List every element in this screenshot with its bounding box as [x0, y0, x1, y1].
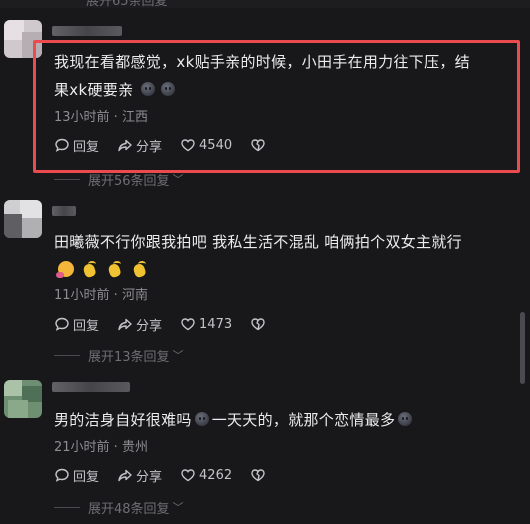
comment-text-line1: 我现在看都感觉，xk贴手亲的时候，小田手在用力往下压，结	[54, 53, 470, 71]
chevron-down-icon: ﹀	[172, 349, 184, 362]
scrollbar-thumb[interactable]	[520, 312, 525, 384]
broken-heart-icon	[251, 469, 265, 482]
speech-bubble-icon	[55, 317, 69, 331]
heart-icon	[181, 318, 195, 331]
reply-button[interactable]: 回复	[54, 136, 99, 155]
expand-replies-link[interactable]: 展开13条回复 ﹀	[54, 346, 184, 365]
dark-face-emoji	[161, 82, 176, 96]
share-arrow-icon	[118, 139, 132, 152]
like-count: 4262	[199, 467, 233, 483]
avatar[interactable]	[4, 20, 42, 58]
comment-text: 田曦薇不行你跟我拍吧 我私生活不混乱 咱俩拍个双女主就行	[54, 228, 516, 284]
clapping-hands-emoji	[133, 261, 148, 277]
heart-icon	[181, 139, 195, 152]
like-count: 4540	[199, 137, 233, 153]
like-button[interactable]: 4262	[180, 467, 232, 483]
dislike-button[interactable]	[250, 137, 269, 153]
hugging-face-emoji	[56, 261, 74, 278]
share-button[interactable]: 分享	[117, 315, 162, 334]
broken-heart-icon	[251, 318, 265, 331]
comment-meta: 13小时前 · 江西	[54, 110, 148, 125]
reply-label: 回复	[73, 469, 100, 485]
clapping-hands-emoji	[83, 261, 98, 277]
share-arrow-icon	[118, 318, 132, 331]
dislike-button[interactable]	[250, 316, 269, 332]
share-arrow-icon	[118, 469, 132, 482]
comment-meta: 21小时前 · 贵州	[54, 440, 148, 455]
heart-icon	[181, 469, 195, 482]
speech-bubble-icon	[55, 468, 69, 482]
share-button[interactable]: 分享	[117, 136, 162, 155]
comment-text: 我现在看都感觉，xk贴手亲的时候，小田手在用力往下压，结 果xk硬要亲	[54, 48, 516, 104]
avatar[interactable]	[4, 380, 42, 418]
dark-face-emoji	[141, 82, 156, 96]
expand-replies-link[interactable]: 展开56条回复 ﹀	[54, 170, 184, 189]
divider-line	[54, 506, 80, 508]
username[interactable]	[52, 206, 76, 216]
reply-label: 回复	[73, 318, 100, 334]
share-label: 分享	[136, 469, 163, 485]
share-button[interactable]: 分享	[117, 466, 162, 485]
comment-actions: 回复 分享 4262	[54, 465, 269, 485]
dark-face-emoji	[398, 412, 413, 426]
broken-heart-icon	[251, 139, 265, 152]
comment-text: 男的洁身自好很难吗 一天天的，就那个恋情最多	[54, 406, 516, 434]
like-button[interactable]: 1473	[180, 316, 232, 332]
clapping-hands-emoji	[108, 261, 123, 277]
chevron-down-icon: ﹀	[172, 501, 184, 514]
like-button[interactable]: 4540	[180, 137, 232, 153]
dark-face-emoji	[194, 412, 209, 426]
comment-text-part1: 男的洁身自好很难吗	[54, 411, 192, 429]
comment-actions: 回复 分享 4540	[54, 135, 269, 155]
previous-thread-strip	[0, 0, 530, 8]
like-count: 1473	[199, 316, 233, 332]
reply-label: 回复	[73, 139, 100, 155]
divider-line	[54, 178, 80, 180]
comment-meta: 11小时前 · 河南	[54, 288, 148, 303]
chevron-down-icon: ﹀	[172, 173, 184, 186]
expand-replies-link[interactable]: 展开48条回复 ﹀	[54, 498, 184, 517]
comment-text-line2: 果xk硬要亲	[54, 81, 134, 99]
reply-button[interactable]: 回复	[54, 466, 99, 485]
share-label: 分享	[136, 139, 163, 155]
share-label: 分享	[136, 318, 163, 334]
username[interactable]	[52, 382, 130, 392]
comment-text-line1: 田曦薇不行你跟我拍吧 我私生活不混乱 咱俩拍个双女主就行	[54, 233, 462, 251]
comment-text-part2: 一天天的，就那个恋情最多	[211, 411, 396, 429]
expand-replies-link-prev[interactable]: 展开65条回复	[86, 0, 168, 9]
divider-line	[54, 354, 80, 356]
dislike-button[interactable]	[250, 467, 269, 483]
avatar[interactable]	[4, 200, 42, 238]
speech-bubble-icon	[55, 138, 69, 152]
username[interactable]	[52, 26, 122, 36]
reply-button[interactable]: 回复	[54, 315, 99, 334]
comment-actions: 回复 分享 1473	[54, 314, 269, 334]
